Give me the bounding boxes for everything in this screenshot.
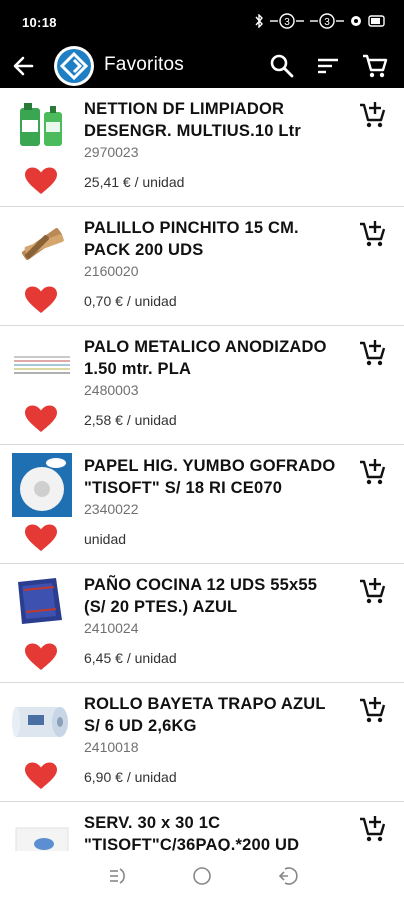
favorite-heart-icon[interactable] — [24, 166, 58, 196]
add-to-cart-icon[interactable] — [358, 576, 388, 606]
battery-icon — [368, 15, 385, 27]
add-to-cart-icon[interactable] — [358, 695, 388, 725]
product-item[interactable]: SERV. 30 x 30 1C "TISOFT"C/36PAQ.*200 UD — [0, 802, 404, 851]
product-code: 2160020 — [84, 263, 139, 279]
product-price: 25,41 € / unidad — [84, 174, 185, 190]
product-image-metal-poles — [14, 356, 70, 374]
cart-icon[interactable] — [361, 52, 389, 80]
recent-apps-icon[interactable] — [106, 865, 128, 887]
brand-logo — [54, 46, 94, 86]
product-name: PALO METALICO ANODIZADO 1.50 mtr. PLA — [84, 338, 327, 378]
status-time: 10:18 — [22, 15, 57, 30]
product-code: 2410024 — [84, 620, 139, 636]
back-nav-icon[interactable] — [277, 865, 299, 887]
add-to-cart-icon[interactable] — [358, 219, 388, 249]
favorite-heart-icon[interactable] — [24, 761, 58, 791]
wifi-icon — [351, 16, 361, 26]
product-image-cleaner — [20, 103, 62, 146]
product-price: 6,45 € / unidad — [84, 650, 177, 666]
product-image-napkins — [15, 827, 69, 851]
favorites-list[interactable]: NETTION DF LIMPIADOR DESENGR. MULTIUS.10… — [0, 88, 404, 851]
product-price: unidad — [84, 531, 127, 547]
svg-text:3: 3 — [284, 17, 290, 28]
product-item[interactable]: PALO METALICO ANODIZADO 1.50 mtr. PLA 24… — [0, 326, 404, 445]
status-icons: 3 3 — [254, 13, 386, 29]
product-name: PAÑO COCINA 12 UDS 55x55 (S/ 20 PTES.) A… — [84, 576, 318, 616]
product-name: PAPEL HIG. YUMBO GOFRADO "TISOFT" S/ 18 … — [84, 457, 336, 497]
system-navigation-bar — [0, 851, 404, 900]
product-image-toilet-paper — [12, 453, 72, 517]
bluetooth-icon — [255, 14, 263, 28]
favorite-heart-icon[interactable] — [24, 523, 58, 553]
product-item[interactable]: PAPEL HIG. YUMBO GOFRADO "TISOFT" S/ 18 … — [0, 445, 404, 564]
svg-text:3: 3 — [324, 17, 330, 28]
favorite-heart-icon[interactable] — [24, 404, 58, 434]
product-name: ROLLO BAYETA TRAPO AZUL S/ 6 UD 2,6KG — [84, 695, 326, 735]
add-to-cart-icon[interactable] — [358, 457, 388, 487]
product-price: 0,70 € / unidad — [84, 293, 177, 309]
status-bar: 10:18 3 3 — [0, 0, 404, 44]
product-item[interactable]: PALILLO PINCHITO 15 CM. PACK 200 UDS 216… — [0, 207, 404, 326]
product-image-kitchen-cloth — [18, 578, 62, 624]
add-to-cart-icon[interactable] — [358, 814, 388, 844]
product-code: 2480003 — [84, 382, 139, 398]
signal-sim1-icon: 3 — [270, 13, 304, 29]
product-name: NETTION DF LIMPIADOR DESENGR. MULTIUS.10… — [84, 100, 301, 140]
add-to-cart-icon[interactable] — [358, 338, 388, 368]
product-name: PALILLO PINCHITO 15 CM. PACK 200 UDS — [84, 219, 299, 259]
page-title: Favoritos — [104, 54, 184, 75]
product-item[interactable]: NETTION DF LIMPIADOR DESENGR. MULTIUS.10… — [0, 88, 404, 207]
product-image-cloth-roll — [12, 707, 68, 737]
product-code: 2340022 — [84, 501, 139, 517]
product-item[interactable]: PAÑO COCINA 12 UDS 55x55 (S/ 20 PTES.) A… — [0, 564, 404, 683]
sort-icon[interactable] — [314, 52, 342, 80]
app-bar: Favoritos — [0, 44, 404, 88]
search-icon[interactable] — [268, 52, 296, 80]
favorite-heart-icon[interactable] — [24, 642, 58, 672]
product-code: 2410018 — [84, 739, 139, 755]
signal-sim2-icon: 3 — [310, 13, 344, 29]
add-to-cart-icon[interactable] — [358, 100, 388, 130]
product-price: 2,58 € / unidad — [84, 412, 177, 428]
product-item[interactable]: ROLLO BAYETA TRAPO AZUL S/ 6 UD 2,6KG 24… — [0, 683, 404, 802]
home-icon[interactable] — [191, 865, 213, 887]
favorite-heart-icon[interactable] — [24, 285, 58, 315]
product-code: 2970023 — [84, 144, 139, 160]
product-image-skewers — [21, 228, 64, 260]
back-arrow-icon[interactable] — [10, 52, 38, 80]
product-price: 6,90 € / unidad — [84, 769, 177, 785]
product-name: SERV. 30 x 30 1C "TISOFT"C/36PAQ.*200 UD — [84, 814, 300, 851]
